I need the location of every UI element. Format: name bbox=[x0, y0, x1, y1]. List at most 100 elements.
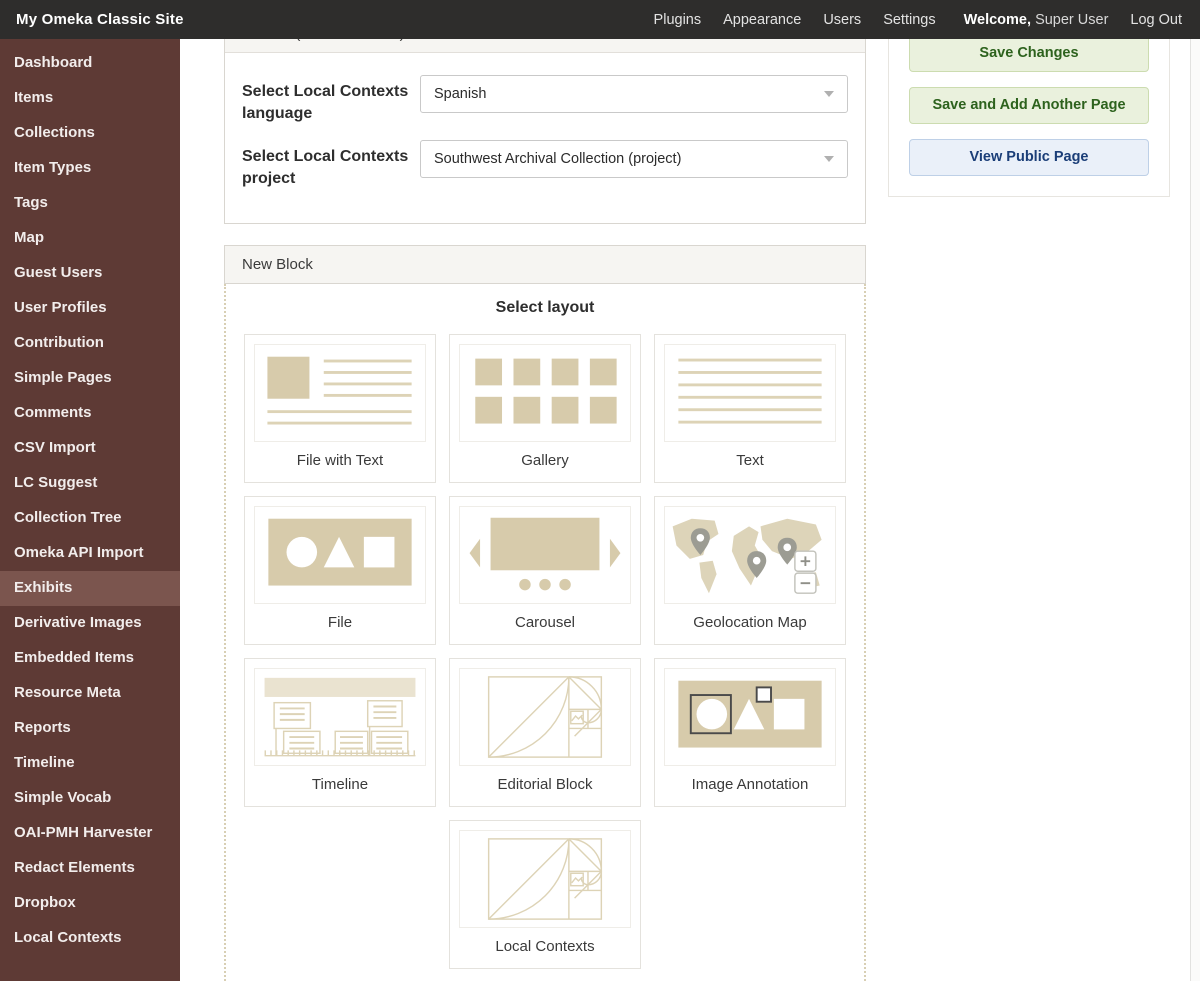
layout-label: File with Text bbox=[296, 452, 384, 470]
admin-sidebar: Dashboard Items Collections Item Types T… bbox=[0, 39, 180, 981]
sidebar-item-omeka-api-import[interactable]: Omeka API Import bbox=[0, 536, 180, 571]
timeline-icon bbox=[264, 678, 416, 757]
layout-label: Timeline bbox=[311, 776, 369, 794]
project-field-label: Select Local Contexts project bbox=[242, 148, 409, 187]
sidebar-item-dashboard[interactable]: Dashboard bbox=[0, 46, 180, 81]
layout-label: Carousel bbox=[514, 614, 576, 632]
site-title: My Omeka Classic Site bbox=[16, 11, 184, 28]
sidebar-item-lc-suggest[interactable]: LC Suggest bbox=[0, 466, 180, 501]
view-public-page-button[interactable]: View Public Page bbox=[909, 139, 1149, 176]
golden-ratio-icon bbox=[487, 838, 603, 921]
nav-users[interactable]: Users bbox=[823, 12, 861, 28]
sidebar-item-items[interactable]: Items bbox=[0, 81, 180, 116]
sidebar-item-reports[interactable]: Reports bbox=[0, 711, 180, 746]
editorial-block-thumbnail bbox=[459, 668, 631, 767]
file-with-text-thumbnail bbox=[254, 344, 426, 443]
top-nav: Plugins Appearance Users Settings Welcom… bbox=[654, 12, 1182, 28]
file-with-text-icon bbox=[267, 357, 412, 425]
sidebar-item-guest-users[interactable]: Guest Users bbox=[0, 256, 180, 291]
layout-tile-image-annotation[interactable]: Image Annotation bbox=[654, 658, 846, 808]
layout-label: File bbox=[327, 614, 353, 632]
sidebar-item-simple-pages[interactable]: Simple Pages bbox=[0, 361, 180, 396]
language-field-label: Select Local Contexts language bbox=[242, 83, 409, 122]
layout-tile-geolocation-map[interactable]: Geolocation Map bbox=[654, 496, 846, 646]
image-annotation-icon bbox=[678, 681, 822, 748]
sidebar-item-dropbox[interactable]: Dropbox bbox=[0, 886, 180, 921]
layout-picker: Select layout File with Text Gallery Tex… bbox=[224, 284, 866, 981]
nav-plugins[interactable]: Plugins bbox=[654, 12, 702, 28]
welcome-label: Welcome, bbox=[963, 11, 1032, 28]
new-block-panel: New Block Select layout File with Text G… bbox=[224, 245, 866, 981]
local-contexts-thumbnail bbox=[459, 830, 631, 929]
layout-tile-timeline[interactable]: Timeline bbox=[244, 658, 436, 808]
nav-log-out[interactable]: Log Out bbox=[1130, 12, 1182, 28]
sidebar-item-item-types[interactable]: Item Types bbox=[0, 151, 180, 186]
layout-tile-gallery[interactable]: Gallery bbox=[449, 334, 641, 484]
sidebar-item-oai-pmh-harvester[interactable]: OAI-PMH Harvester bbox=[0, 816, 180, 851]
layout-tile-local-contexts[interactable]: Local Contexts bbox=[449, 820, 641, 970]
map-pin-icon bbox=[777, 538, 797, 565]
sidebar-item-user-profiles[interactable]: User Profiles bbox=[0, 291, 180, 326]
welcome-user: Welcome, Super User bbox=[964, 12, 1109, 28]
layout-tile-editorial-block[interactable]: Editorial Block bbox=[449, 658, 641, 808]
new-block-header: New Block bbox=[224, 245, 866, 285]
nav-appearance[interactable]: Appearance bbox=[723, 12, 801, 28]
sidebar-item-derivative-images[interactable]: Derivative Images bbox=[0, 606, 180, 641]
layout-tile-file[interactable]: File bbox=[244, 496, 436, 646]
project-field-row: Select Local Contexts project Southwest … bbox=[242, 140, 848, 189]
language-select[interactable]: Spanish bbox=[420, 75, 848, 113]
project-select-value: Southwest Archival Collection (project) bbox=[434, 151, 682, 168]
top-admin-bar: My Omeka Classic Site Plugins Appearance… bbox=[0, 0, 1200, 39]
sidebar-item-contribution[interactable]: Contribution bbox=[0, 326, 180, 361]
layout-label: Text bbox=[736, 452, 764, 470]
layout-tile-carousel[interactable]: Carousel bbox=[449, 496, 641, 646]
timeline-thumbnail bbox=[254, 668, 426, 767]
layout-label: Local Contexts bbox=[495, 938, 595, 956]
sidebar-item-local-contexts[interactable]: Local Contexts bbox=[0, 921, 180, 956]
block3-panel: Block 3 (Local Contexts) Select Local Co… bbox=[224, 14, 866, 225]
gallery-icon bbox=[475, 358, 617, 424]
sidebar-item-resource-meta[interactable]: Resource Meta bbox=[0, 676, 180, 711]
sidebar-item-redact-elements[interactable]: Redact Elements bbox=[0, 851, 180, 886]
select-layout-heading: Select layout bbox=[495, 299, 595, 317]
layout-label: Gallery bbox=[521, 452, 569, 470]
sidebar-item-embedded-items[interactable]: Embedded Items bbox=[0, 641, 180, 676]
save-and-add-another-page-button[interactable]: Save and Add Another Page bbox=[909, 87, 1149, 124]
sidebar-nav: Dashboard Items Collections Item Types T… bbox=[0, 39, 180, 956]
carousel-icon bbox=[469, 518, 621, 591]
golden-ratio-icon bbox=[487, 676, 603, 759]
gallery-thumbnail bbox=[459, 344, 631, 443]
sidebar-item-simple-vocab[interactable]: Simple Vocab bbox=[0, 781, 180, 816]
save-changes-button[interactable]: Save Changes bbox=[909, 35, 1149, 72]
map-zoom-controls-icon bbox=[794, 550, 817, 595]
sidebar-item-map[interactable]: Map bbox=[0, 221, 180, 256]
sidebar-item-comments[interactable]: Comments bbox=[0, 396, 180, 431]
sidebar-item-timeline[interactable]: Timeline bbox=[0, 746, 180, 781]
main-content: Block 3 (Local Contexts) Select Local Co… bbox=[180, 0, 1200, 981]
layout-label: Editorial Block bbox=[497, 776, 593, 794]
scrollbar-track[interactable] bbox=[1190, 39, 1200, 981]
sidebar-item-tags[interactable]: Tags bbox=[0, 186, 180, 221]
layout-tiles: File with Text Gallery Text File Carouse… bbox=[237, 334, 853, 970]
layout-label: Image Annotation bbox=[691, 776, 809, 794]
layout-tile-file-with-text[interactable]: File with Text bbox=[244, 334, 436, 484]
sidebar-item-collections[interactable]: Collections bbox=[0, 116, 180, 151]
geolocation-map-icon bbox=[672, 519, 822, 595]
text-icon bbox=[678, 358, 822, 424]
layout-tile-text[interactable]: Text bbox=[654, 334, 846, 484]
sidebar-item-exhibits[interactable]: Exhibits bbox=[0, 571, 180, 606]
text-thumbnail bbox=[664, 344, 836, 443]
language-select-value: Spanish bbox=[434, 86, 487, 102]
sidebar-item-collection-tree[interactable]: Collection Tree bbox=[0, 501, 180, 536]
chevron-down-icon bbox=[824, 91, 834, 97]
geolocation-map-thumbnail bbox=[664, 506, 836, 605]
save-panel: Save Changes Save and Add Another Page V… bbox=[888, 14, 1170, 197]
nav-settings[interactable]: Settings bbox=[883, 12, 935, 28]
sidebar-item-csv-import[interactable]: CSV Import bbox=[0, 431, 180, 466]
current-user-link[interactable]: Super User bbox=[1035, 12, 1108, 28]
file-thumbnail bbox=[254, 506, 426, 605]
project-select[interactable]: Southwest Archival Collection (project) bbox=[420, 140, 848, 179]
chevron-down-icon bbox=[824, 156, 834, 163]
language-field-row: Select Local Contexts language Spanish bbox=[242, 75, 848, 124]
layout-label: Geolocation Map bbox=[693, 614, 807, 632]
